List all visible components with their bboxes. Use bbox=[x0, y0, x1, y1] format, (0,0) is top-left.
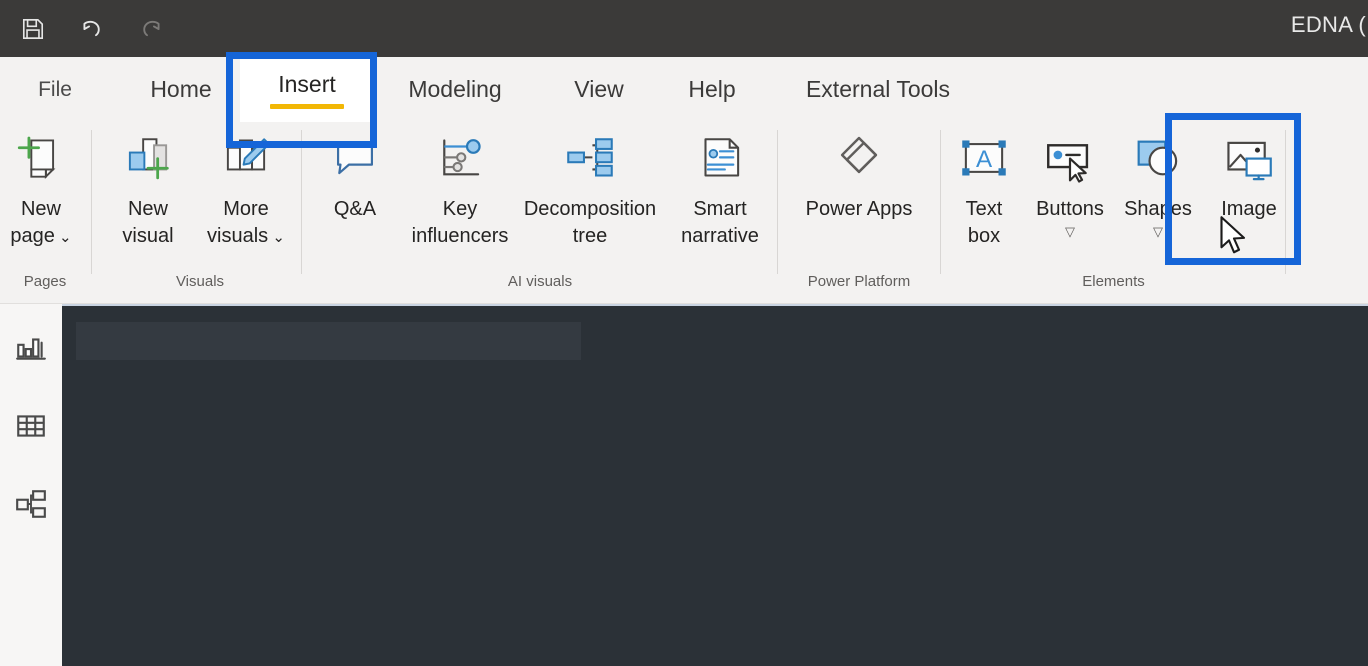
power-apps-button[interactable]: Power Apps bbox=[779, 122, 939, 223]
image-icon bbox=[1220, 130, 1278, 192]
sidebar-item-report[interactable] bbox=[0, 322, 62, 378]
new-page-icon bbox=[12, 130, 70, 192]
canvas-placeholder-panel bbox=[76, 322, 581, 360]
more-visuals-label: More visuals bbox=[207, 196, 285, 249]
shapes-chevron-down-icon[interactable]: ▽ bbox=[1153, 225, 1163, 238]
group-separator bbox=[301, 130, 302, 274]
group-pages: New page Pages bbox=[0, 122, 90, 304]
key-influencers-button[interactable]: Key influencers bbox=[405, 122, 515, 249]
group-separator bbox=[91, 130, 92, 274]
group-ai-visuals: Q&A Key influencers Decomposition tree S… bbox=[305, 122, 775, 304]
tab-help[interactable]: Help bbox=[671, 57, 753, 122]
ribbon-body: New page Pages bbox=[0, 122, 1368, 304]
tab-file-label: File bbox=[38, 77, 72, 101]
image-label: Image bbox=[1221, 198, 1277, 220]
tab-insert-label: Insert bbox=[278, 70, 336, 97]
redo-icon bbox=[134, 12, 168, 46]
group-elements: A Text box Buttons ▽ Shapes ▽ Image Elem… bbox=[942, 122, 1285, 304]
smart-narrative-icon bbox=[691, 130, 749, 192]
tab-home[interactable]: Home bbox=[129, 57, 233, 122]
smart-narrative-label: Smart narrative bbox=[681, 198, 759, 247]
new-visual-label: New visual bbox=[122, 198, 174, 247]
more-visuals-button[interactable]: More visuals bbox=[196, 122, 296, 249]
power-apps-icon bbox=[830, 130, 888, 192]
key-influencers-icon bbox=[431, 130, 489, 192]
tab-home-label: Home bbox=[150, 76, 212, 102]
tab-view-label: View bbox=[574, 76, 624, 102]
report-view-icon bbox=[14, 331, 48, 370]
group-ai-visuals-items: Q&A Key influencers Decomposition tree S… bbox=[305, 122, 775, 274]
group-separator bbox=[940, 130, 941, 274]
title-bar: EDNA ( bbox=[0, 0, 1368, 57]
tab-file[interactable]: File bbox=[18, 57, 92, 122]
tab-view[interactable]: View bbox=[558, 57, 640, 122]
tab-external-tools-label: External Tools bbox=[805, 76, 951, 102]
model-view-icon bbox=[14, 487, 48, 526]
tab-help-label: Help bbox=[688, 76, 736, 102]
buttons-chevron-down-icon[interactable]: ▽ bbox=[1065, 225, 1075, 238]
text-box-button[interactable]: A Text box bbox=[942, 122, 1026, 249]
save-icon[interactable] bbox=[16, 12, 50, 46]
group-separator bbox=[777, 130, 778, 274]
group-power-platform: Power Apps Power Platform bbox=[779, 122, 939, 304]
group-pages-items: New page bbox=[0, 122, 82, 274]
power-apps-label: Power Apps bbox=[805, 198, 913, 220]
new-page-button[interactable]: New page bbox=[0, 122, 82, 249]
shapes-label: Shapes bbox=[1124, 198, 1192, 220]
decomposition-tree-icon bbox=[561, 130, 619, 192]
power-bi-desktop-window: EDNA ( File Home Insert Modeling View He… bbox=[0, 0, 1368, 666]
group-power-platform-label: Power Platform bbox=[807, 273, 911, 290]
view-switcher-sidebar bbox=[0, 304, 62, 666]
group-elements-label: Elements bbox=[1082, 273, 1145, 290]
tab-external-tools[interactable]: External Tools bbox=[790, 57, 966, 122]
key-influencers-label: Key influencers bbox=[411, 198, 509, 247]
svg-text:A: A bbox=[976, 146, 993, 173]
shapes-icon bbox=[1129, 130, 1187, 192]
buttons-label: Buttons bbox=[1036, 198, 1104, 220]
image-button[interactable]: Image bbox=[1202, 122, 1296, 223]
sidebar-item-model[interactable] bbox=[0, 478, 62, 534]
sidebar-item-data[interactable] bbox=[0, 400, 62, 456]
text-box-icon: A bbox=[955, 130, 1013, 192]
new-visual-button[interactable]: New visual bbox=[100, 122, 196, 249]
qa-button[interactable]: Q&A bbox=[305, 122, 405, 223]
more-visuals-icon bbox=[217, 130, 275, 192]
group-elements-items: A Text box Buttons ▽ Shapes ▽ Image bbox=[942, 122, 1296, 274]
smart-narrative-button[interactable]: Smart narrative bbox=[665, 122, 775, 249]
quick-access-toolbar bbox=[0, 12, 168, 46]
group-visuals: New visual More visuals ⌄ Visuals bbox=[100, 122, 300, 304]
qa-label: Q&A bbox=[333, 198, 377, 220]
tab-modeling-label: Modeling bbox=[408, 76, 502, 102]
qa-icon bbox=[326, 130, 384, 192]
new-page-label: New page bbox=[10, 196, 71, 249]
document-title: EDNA ( bbox=[1290, 12, 1366, 37]
canvas-top-border bbox=[62, 304, 1368, 306]
decomposition-tree-label: Decomposition tree bbox=[523, 198, 657, 247]
shapes-button[interactable]: Shapes ▽ bbox=[1114, 122, 1202, 238]
buttons-button[interactable]: Buttons ▽ bbox=[1026, 122, 1114, 238]
group-ai-visuals-label: AI visuals bbox=[507, 273, 573, 290]
tab-insert-underline bbox=[270, 103, 344, 109]
group-pages-label: Pages bbox=[23, 273, 67, 290]
data-view-icon bbox=[14, 409, 48, 448]
undo-icon[interactable] bbox=[75, 12, 109, 46]
ribbon-tab-strip: File Home Insert Modeling View Help Exte… bbox=[0, 57, 1368, 122]
decomposition-tree-button[interactable]: Decomposition tree bbox=[515, 122, 665, 249]
group-power-platform-items: Power Apps bbox=[779, 122, 939, 274]
ribbon: File Home Insert Modeling View Help Exte… bbox=[0, 57, 1368, 304]
group-visuals-items: New visual More visuals bbox=[100, 122, 296, 274]
text-box-label: Text box bbox=[965, 198, 1003, 247]
report-canvas[interactable] bbox=[62, 304, 1368, 666]
group-visuals-label: Visuals bbox=[175, 273, 225, 290]
new-visual-icon bbox=[119, 130, 177, 192]
tab-modeling[interactable]: Modeling bbox=[385, 57, 525, 122]
buttons-icon bbox=[1041, 130, 1099, 192]
tab-insert[interactable]: Insert bbox=[240, 57, 374, 122]
